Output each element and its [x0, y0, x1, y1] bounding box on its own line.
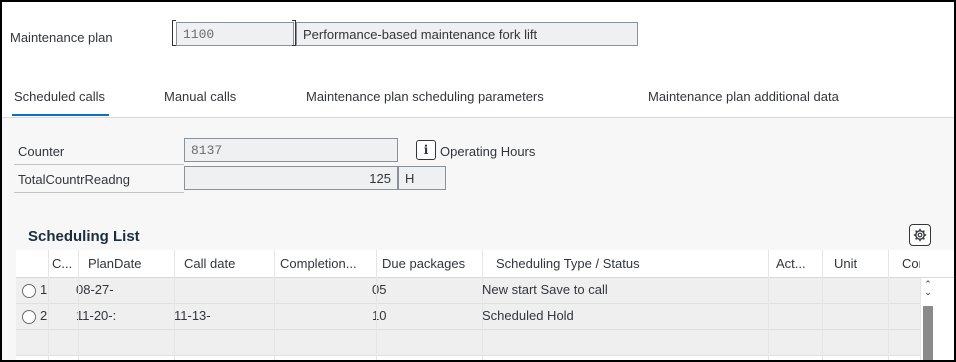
scheduled-calls-panel: Counter 8137 i Operating Hours TotalCoun…: [2, 118, 954, 360]
maintenance-plan-field[interactable]: 1100: [176, 22, 294, 46]
total-counter-label: TotalCountrReadng: [18, 172, 131, 187]
cell-plan-date: 08-27-: [76, 282, 114, 297]
column-separator: [78, 250, 79, 360]
cell-status: Scheduled Hold: [482, 308, 574, 323]
total-counter-field[interactable]: 125: [184, 166, 398, 190]
maintenance-plan-label: Maintenance plan: [10, 30, 113, 45]
scheduling-list-title: Scheduling List: [28, 228, 140, 245]
tab-scheduled-calls[interactable]: Scheduled calls: [11, 89, 110, 116]
table-row[interactable]: 1 08-27- 05 New start Save to call: [16, 278, 920, 304]
column-header-unit[interactable]: Unit: [834, 250, 857, 278]
column-separator: [274, 250, 275, 360]
cell-c: 1: [40, 282, 48, 297]
row-select-radio[interactable]: [22, 310, 36, 324]
column-header-c[interactable]: C...: [52, 250, 76, 278]
counter-label: Counter: [18, 144, 65, 159]
vertical-scrollbar[interactable]: ⌃ ⌄: [920, 278, 934, 360]
cell-status: New start Save to call: [482, 282, 608, 297]
column-separator: [822, 250, 823, 360]
divider: [14, 164, 184, 165]
info-icon[interactable]: i: [416, 140, 436, 160]
gear-icon[interactable]: [909, 224, 931, 246]
cell-plan-date: 11-20-:: [76, 308, 117, 323]
tab-scheduling-parameters[interactable]: Maintenance plan scheduling parameters: [306, 89, 544, 104]
counter-field[interactable]: 8137: [184, 138, 398, 162]
cell-due-packages: 10: [372, 308, 387, 323]
cell-c: 2: [40, 308, 48, 323]
tab-strip: Scheduled calls Manual calls Maintenance…: [2, 82, 954, 118]
table-header: [16, 250, 954, 278]
scroll-arrows-icon[interactable]: ⌃ ⌄: [923, 280, 933, 297]
column-separator: [376, 250, 377, 360]
column-header-scheduling-type[interactable]: Scheduling Type / Status: [496, 250, 640, 278]
scrollbar-thumb[interactable]: [923, 306, 933, 360]
divider: [14, 192, 184, 193]
row-select-radio[interactable]: [22, 284, 36, 298]
column-separator: [768, 250, 769, 360]
column-header-act[interactable]: Act...: [776, 250, 806, 278]
column-header-call-date[interactable]: Call date: [184, 250, 235, 278]
column-separator: [888, 250, 889, 360]
scheduling-list-table: C... PlanDate Call date Completion... Du…: [16, 250, 954, 360]
table-row: [16, 330, 920, 356]
column-separator: [48, 250, 49, 360]
column-header-plandate[interactable]: PlanDate: [88, 250, 141, 278]
tab-additional-data[interactable]: Maintenance plan additional data: [648, 89, 839, 104]
cell-due-packages: 05: [372, 282, 387, 297]
cell-call-date: 11-13-: [174, 308, 211, 323]
column-header-due-packages[interactable]: Due packages: [382, 250, 465, 278]
total-counter-unit: H: [398, 166, 446, 190]
tab-manual-calls[interactable]: Manual calls: [164, 89, 236, 104]
column-header-cor[interactable]: Cor: [902, 250, 920, 278]
column-header-completion[interactable]: Completion...: [280, 250, 370, 278]
table-row[interactable]: 2 11-20-: 11-13- 10 Scheduled Hold: [16, 304, 920, 330]
column-separator: [174, 250, 175, 360]
maintenance-plan-description: Performance-based maintenance fork lift: [296, 22, 638, 46]
counter-unit-text: Operating Hours: [440, 144, 536, 159]
column-separator: [482, 250, 483, 360]
